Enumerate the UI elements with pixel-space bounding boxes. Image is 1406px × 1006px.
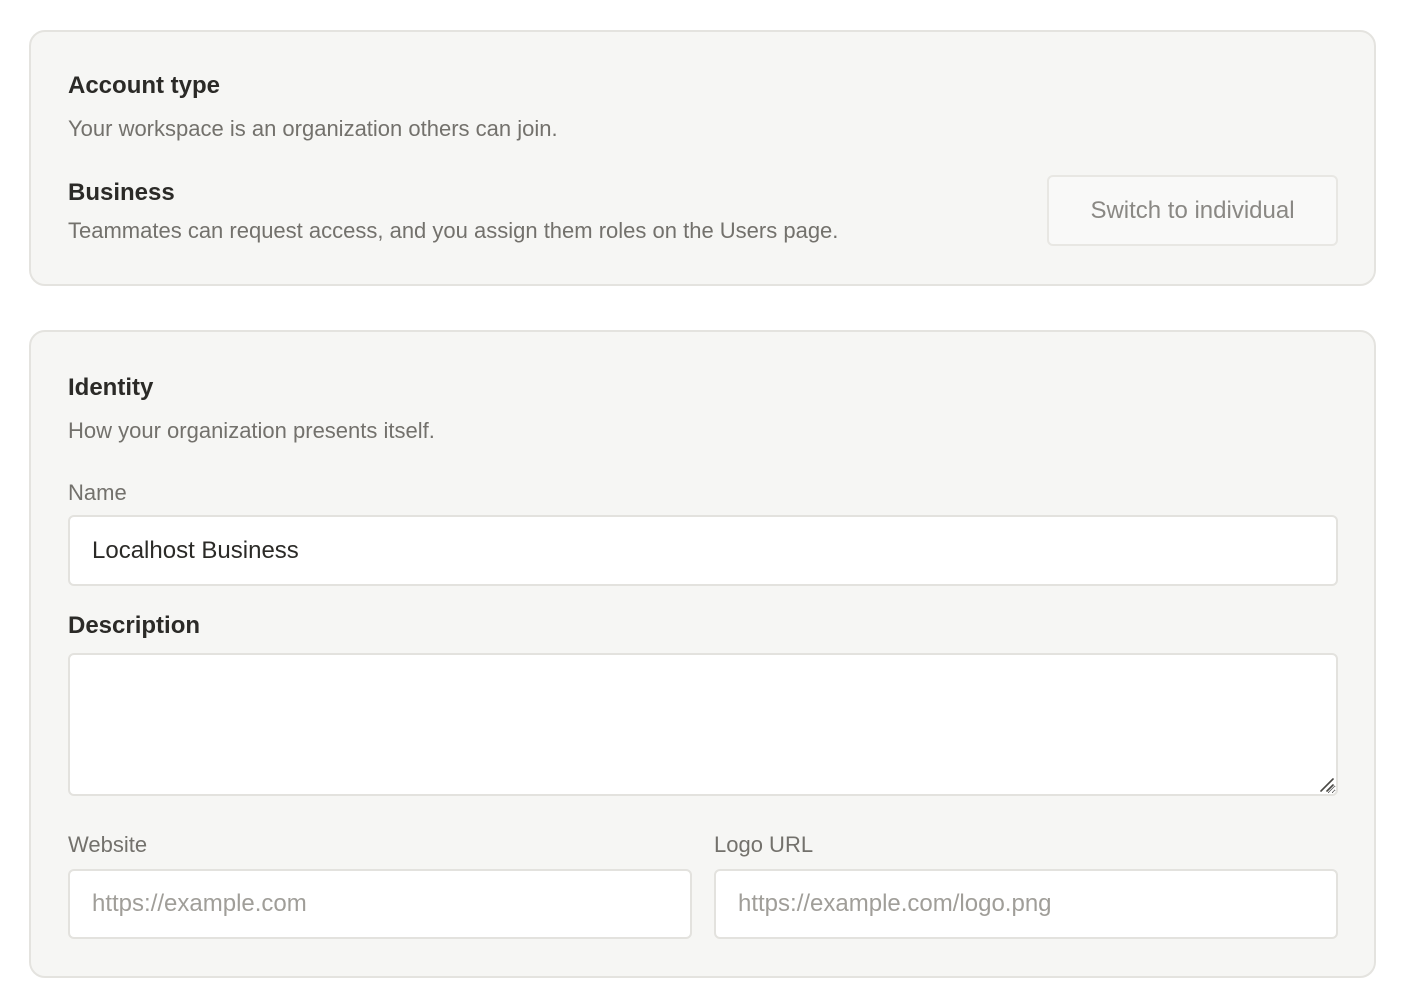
identity-card: Identity How your organization presents …: [29, 330, 1376, 978]
website-input[interactable]: [68, 869, 692, 939]
description-textarea[interactable]: [68, 653, 1338, 796]
current-account-type: Business: [68, 179, 175, 206]
account-type-title: Account type: [68, 72, 221, 99]
current-account-type-description: Teammates can request access, and you as…: [68, 218, 839, 243]
account-type-subtitle: Your workspace is an organization others…: [68, 116, 558, 141]
identity-title: Identity: [68, 374, 154, 401]
description-label: Description: [68, 612, 201, 639]
logo-url-label: Logo URL: [714, 832, 814, 857]
name-input[interactable]: [68, 515, 1338, 586]
switch-to-individual-button[interactable]: Switch to individual: [1047, 175, 1338, 246]
account-type-card: Account type Your workspace is an organi…: [29, 30, 1376, 286]
resize-grip-icon[interactable]: [1318, 776, 1334, 792]
website-label: Website: [68, 832, 148, 857]
identity-subtitle: How your organization presents itself.: [68, 418, 435, 443]
name-label: Name: [68, 480, 127, 505]
logo-url-input[interactable]: [714, 869, 1338, 939]
